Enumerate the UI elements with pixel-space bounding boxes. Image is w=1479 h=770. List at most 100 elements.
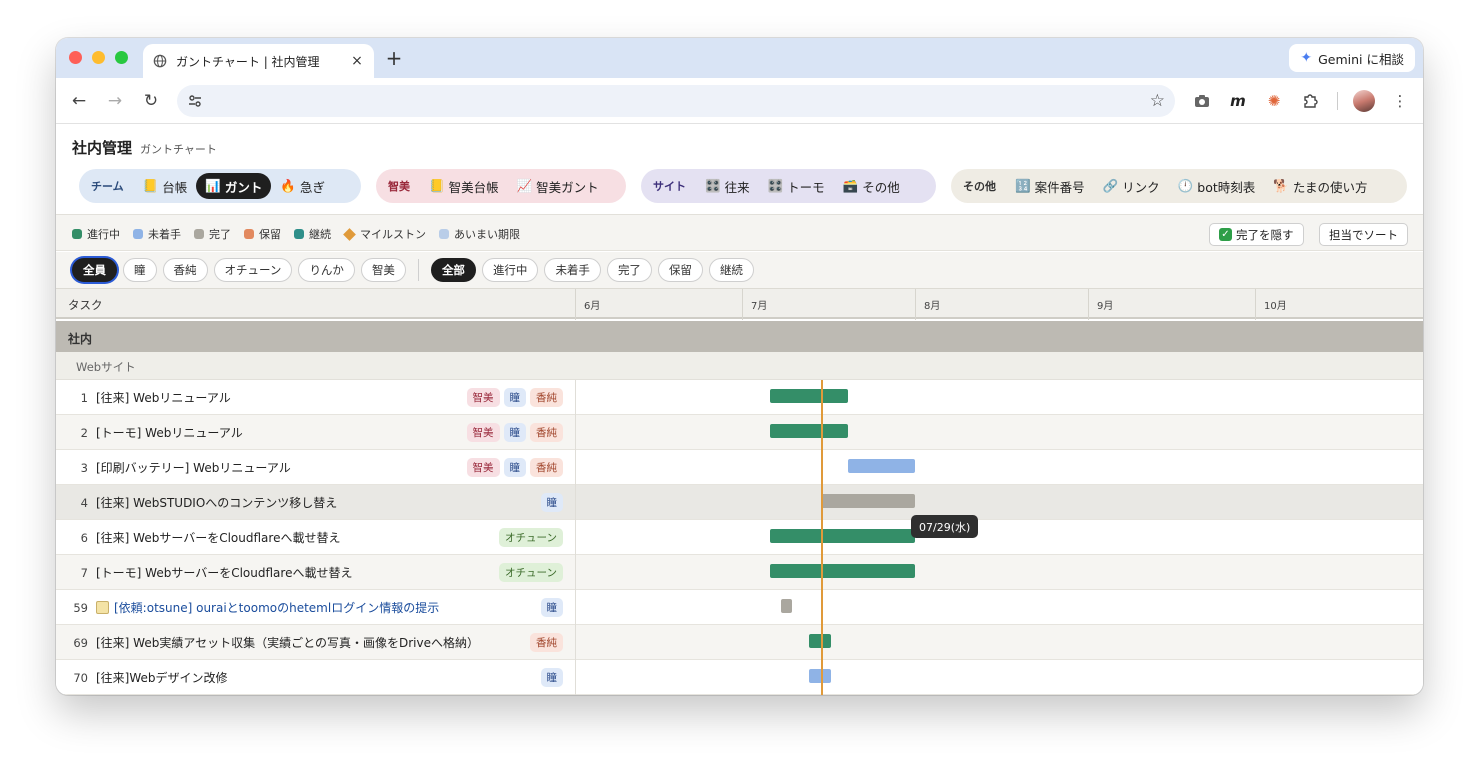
puzzle-extensions-icon[interactable] xyxy=(1299,90,1321,112)
status-filter-chip[interactable]: 未着手 xyxy=(544,258,601,282)
nav-item-bot-schedule[interactable]: 🕛 bot時刻表 xyxy=(1169,173,1265,199)
fire-icon: 🔥 xyxy=(280,178,296,193)
nav-group-label: 智美 xyxy=(388,180,410,193)
assignee-tags: 智美瞳香純 xyxy=(466,423,563,442)
status-filter-chip[interactable]: 全部 xyxy=(430,258,476,282)
legend-bar: 進行中 未着手 完了 保留 継続 マイルストン あいまい期限 ✓ 完了を隠す 担当でソート xyxy=(56,215,1423,251)
nav-item-tomomi-ledger[interactable]: 📒 智美台帳 xyxy=(420,173,508,199)
task-number: 3 xyxy=(80,461,88,475)
assignee-tag: 瞳 xyxy=(503,423,526,442)
color-swatch-icon xyxy=(133,229,143,239)
task-name[interactable]: [依頼:otsune] ouraiとtoomoのhetemlログイン情報の提示 xyxy=(96,599,439,616)
gantt-bar[interactable] xyxy=(770,529,915,543)
nav-item-links[interactable]: 🔗 リンク xyxy=(1094,173,1169,199)
nav-item-urgent[interactable]: 🔥 急ぎ xyxy=(271,173,334,199)
m-extension-icon[interactable]: m xyxy=(1227,90,1249,112)
gantt-bar[interactable] xyxy=(770,564,915,578)
column-divider xyxy=(575,555,576,590)
task-row[interactable]: 4 [往来] WebSTUDIOへのコンテンツ移し替え 瞳 xyxy=(56,485,1423,520)
task-row[interactable]: 70 [往来]Webデザイン改修 瞳 xyxy=(56,660,1423,695)
new-tab-button[interactable]: + xyxy=(384,47,404,69)
nav-item-ourai[interactable]: 🎛️ 往来 xyxy=(696,173,759,199)
legend-item: 未着手 xyxy=(133,226,181,242)
legend-item: あいまい期限 xyxy=(439,226,520,242)
burst-extension-icon[interactable]: ✺ xyxy=(1263,90,1285,112)
gantt-bar[interactable] xyxy=(809,669,831,683)
ledger-icon: 📒 xyxy=(142,178,159,193)
task-row[interactable]: 2 [トーモ] Webリニューアル 智美瞳香純 xyxy=(56,415,1423,450)
nav-item-tomo[interactable]: 🎛️ トーモ xyxy=(759,173,834,199)
gantt-bar[interactable] xyxy=(770,424,848,438)
status-filter-chip[interactable]: 継続 xyxy=(708,258,754,282)
task-name: [トーモ] WebサーバーをCloudflareへ載せ替え xyxy=(96,566,353,580)
status-legend: 進行中 未着手 完了 保留 継続 マイルストン あいまい期限 xyxy=(72,226,520,242)
status-filter-chip[interactable]: 完了 xyxy=(606,258,652,282)
chart-up-icon: 📈 xyxy=(516,178,533,193)
nav-item-tomomi-gantt[interactable]: 📈 智美ガント xyxy=(508,173,608,199)
close-window-button[interactable] xyxy=(69,51,82,64)
camera-icon[interactable] xyxy=(1191,90,1213,112)
gantt-bar[interactable] xyxy=(809,634,831,648)
zoom-window-button[interactable] xyxy=(115,51,128,64)
task-number: 59 xyxy=(73,601,88,615)
date-tooltip: 07/29(水) xyxy=(911,515,979,538)
gantt-bar[interactable] xyxy=(848,459,915,473)
numbers-icon: 🔢 xyxy=(1015,178,1031,193)
more-menu-icon[interactable]: ⋮ xyxy=(1389,90,1411,112)
gantt-bar[interactable] xyxy=(781,599,792,613)
member-filter-chip[interactable]: りんか xyxy=(298,258,355,282)
gantt-bar[interactable] xyxy=(821,494,915,508)
task-name: [往来] Web実績アセット収集（実績ごとの写真・画像をDriveへ格納） xyxy=(96,636,479,650)
sort-by-owner-button[interactable]: 担当でソート xyxy=(1319,223,1408,246)
task-row[interactable]: 7 [トーモ] WebサーバーをCloudflareへ載せ替え オチューン xyxy=(56,555,1423,590)
task-row[interactable]: 59 [依頼:otsune] ouraiとtoomoのhetemlログイン情報の提… xyxy=(56,590,1423,625)
member-filter-chip[interactable]: 瞳 xyxy=(123,258,157,282)
diamond-swatch-icon xyxy=(343,227,356,241)
member-filter-chip[interactable]: 香純 xyxy=(162,258,208,282)
column-divider xyxy=(575,520,576,555)
minimize-window-button[interactable] xyxy=(92,51,105,64)
assignee-tag: 瞳 xyxy=(503,458,526,477)
assignee-tag: オチューン xyxy=(499,528,563,547)
member-filter-chip[interactable]: 智美 xyxy=(360,258,406,282)
site-settings-icon[interactable] xyxy=(187,93,203,109)
status-filter-chip[interactable]: 進行中 xyxy=(481,258,539,282)
bookmark-star-icon[interactable]: ☆ xyxy=(1150,91,1165,111)
back-arrow-icon[interactable]: ← xyxy=(68,90,90,112)
task-row[interactable]: 6 [往来] WebサーバーをCloudflareへ載せ替え オチューン xyxy=(56,520,1423,555)
reload-icon[interactable]: ↻ xyxy=(140,90,162,112)
status-filter-chip[interactable]: 保留 xyxy=(657,258,703,282)
nav-item-site-other[interactable]: 🗃️ その他 xyxy=(834,173,909,199)
nav-item-ledger[interactable]: 📒 台帳 xyxy=(134,173,197,199)
gemini-sparkle-icon: ✦ xyxy=(1300,50,1313,66)
address-bar[interactable]: ☆ xyxy=(177,85,1175,117)
task-number: 1 xyxy=(80,391,88,405)
browser-tab-active[interactable]: ガントチャート | 社内管理 × xyxy=(143,44,374,78)
gantt-bar[interactable] xyxy=(770,389,848,403)
nav-item-tama-howto[interactable]: 🐕 たまの使い方 xyxy=(1264,173,1376,199)
nav-group-tomomi: 智美 📒 智美台帳 📈 智美ガント xyxy=(376,169,626,203)
task-column-header: タスク xyxy=(68,298,103,312)
task-row[interactable]: 69 [往来] Web実績アセット収集（実績ごとの写真・画像をDriveへ格納） 香… xyxy=(56,625,1423,660)
hide-done-button[interactable]: ✓ 完了を隠す xyxy=(1209,223,1304,246)
nav-group-label: その他 xyxy=(963,180,996,193)
close-tab-icon[interactable]: × xyxy=(350,53,364,69)
color-swatch-icon xyxy=(72,229,82,239)
member-filter-chip[interactable]: オチューン xyxy=(213,258,293,282)
task-row[interactable]: 3 [印刷バッテリー] Webリニューアル 智美瞳香純 xyxy=(56,450,1423,485)
checkmark-icon: ✓ xyxy=(1219,228,1232,241)
filter-bar: 全員瞳香純 オチューン りんか 智美 全部 進行中 未着手 完了 保留 継続 xyxy=(56,252,1423,288)
color-swatch-icon xyxy=(194,229,204,239)
task-row[interactable]: 1 [往来] Webリニューアル 智美瞳香純 xyxy=(56,380,1423,415)
task-number: 69 xyxy=(73,636,88,650)
member-filter-chip[interactable]: 全員 xyxy=(72,258,117,282)
column-divider xyxy=(575,625,576,660)
assignee-tag: 香純 xyxy=(530,423,563,442)
profile-avatar[interactable] xyxy=(1353,90,1375,112)
nav-item-case-number[interactable]: 🔢 案件番号 xyxy=(1006,173,1094,199)
nav-item-gantt[interactable]: 📊 ガント xyxy=(196,173,272,199)
gemini-button[interactable]: ✦ Gemini に相談 xyxy=(1289,44,1415,72)
box-icon: 🗃️ xyxy=(842,178,859,193)
forward-arrow-icon[interactable]: → xyxy=(104,90,126,112)
gantt-body: 社内 Webサイト 1 [往来] Webリニューアル 智美瞳香純 2 [トーモ] Web… xyxy=(56,321,1423,695)
